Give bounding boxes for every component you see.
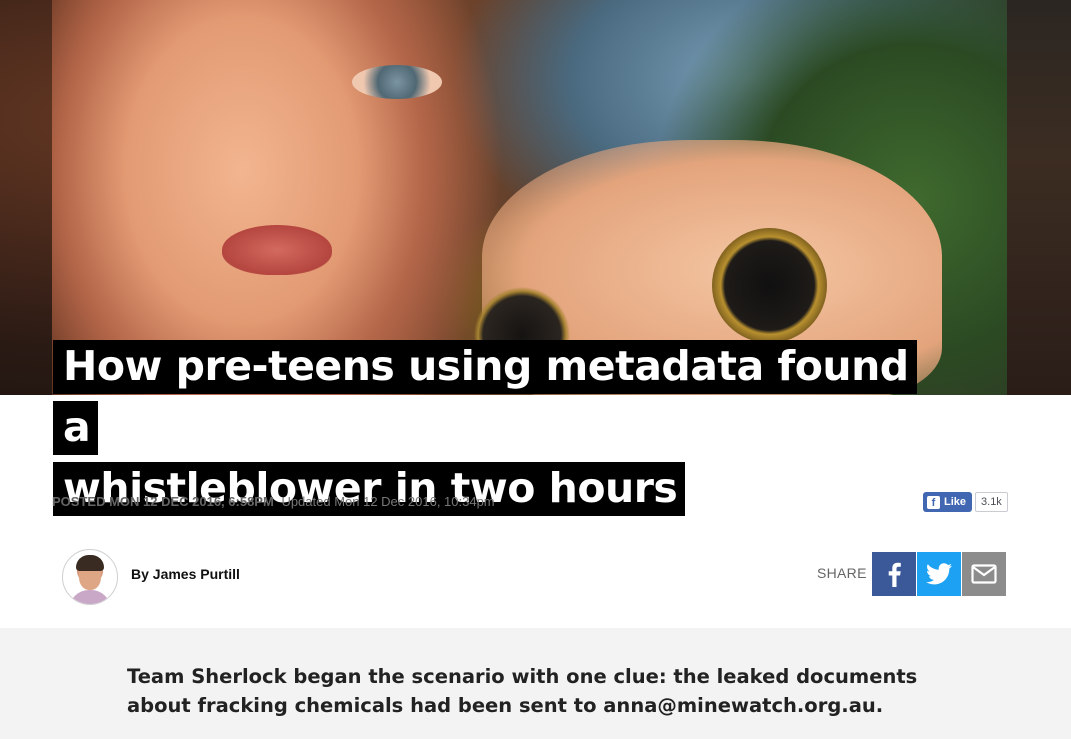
- author-byline[interactable]: By James Purtill: [131, 566, 240, 582]
- hero-image-lips: [222, 225, 332, 275]
- headline-line-1: How pre-teens using metadata found a: [53, 340, 917, 455]
- article-lead-paragraph: Team Sherlock began the scenario with on…: [127, 665, 918, 717]
- avatar-shirt: [69, 590, 111, 604]
- article-headline: How pre-teens using metadata found a whi…: [53, 336, 933, 519]
- author-avatar[interactable]: [62, 549, 118, 605]
- posted-date: POSTED MON 12 DEC 2016, 6:58PM: [52, 494, 274, 509]
- share-facebook-button[interactable]: [872, 552, 916, 596]
- share-email-button[interactable]: [962, 552, 1006, 596]
- email-icon: [971, 564, 997, 584]
- facebook-f-icon: f: [927, 495, 940, 509]
- facebook-like-button[interactable]: f Like: [923, 492, 973, 512]
- facebook-like-widget[interactable]: f Like 3.1k: [923, 492, 1008, 512]
- updated-date: Updated Mon 12 Dec 2016, 10:34pm: [281, 494, 495, 509]
- article-meta: POSTED MON 12 DEC 2016, 6:58PM Updated M…: [52, 494, 495, 509]
- facebook-icon: [888, 562, 901, 587]
- avatar-hair: [76, 555, 104, 571]
- facebook-like-count: 3.1k: [975, 492, 1008, 512]
- hero-image-eye: [352, 65, 442, 99]
- share-twitter-button[interactable]: [917, 552, 961, 596]
- hero-image-binocular-lens-right: [712, 228, 827, 343]
- facebook-like-label: Like: [944, 496, 967, 508]
- share-label: SHARE: [817, 565, 867, 581]
- twitter-icon: [926, 563, 952, 585]
- hero-background-right: [1007, 0, 1071, 395]
